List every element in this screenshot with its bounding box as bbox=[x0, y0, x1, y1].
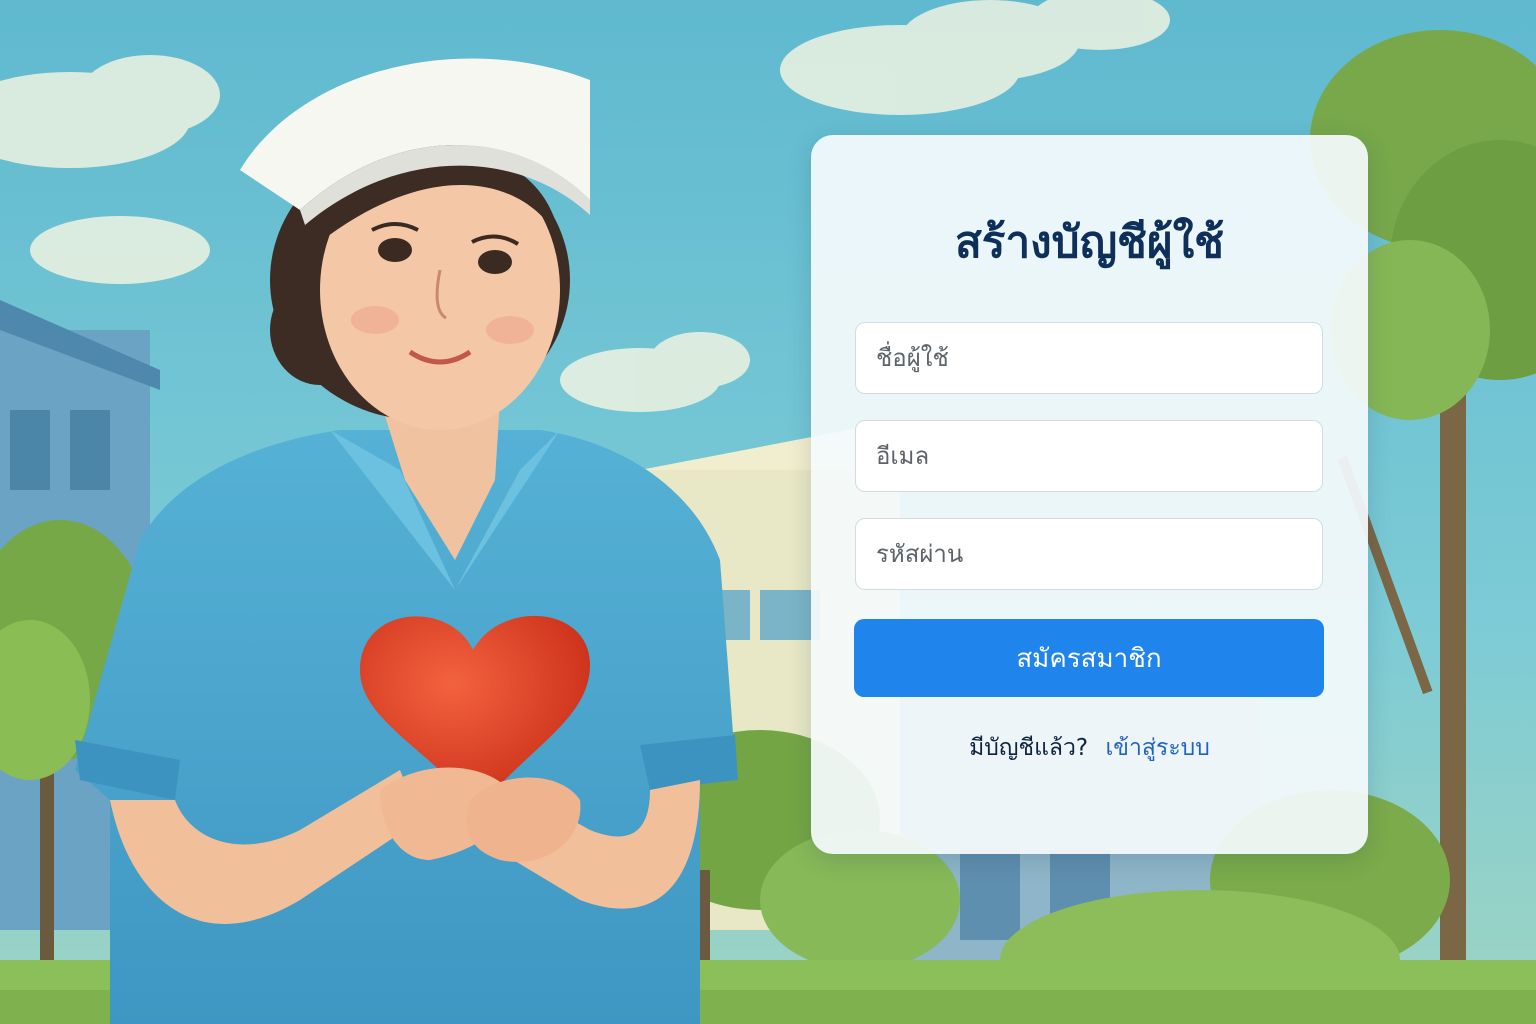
login-link[interactable]: เข้าสู่ระบบ bbox=[1105, 735, 1209, 761]
login-prompt-line: มีบัญชีแล้ว? เข้าสู่ระบบ bbox=[811, 731, 1368, 765]
login-prompt-text: มีบัญชีแล้ว? bbox=[969, 735, 1089, 761]
signup-button[interactable]: สมัครสมาชิก bbox=[854, 619, 1324, 697]
page-title: สร้างบัญชีผู้ใช้ bbox=[954, 217, 1225, 268]
signup-card: สร้างบัญชีผู้ใช้ สมัครสมาชิก มีบัญชีแล้ว… bbox=[811, 135, 1368, 854]
email-field[interactable] bbox=[855, 420, 1323, 492]
username-field[interactable] bbox=[855, 322, 1323, 394]
password-field[interactable] bbox=[855, 518, 1323, 590]
